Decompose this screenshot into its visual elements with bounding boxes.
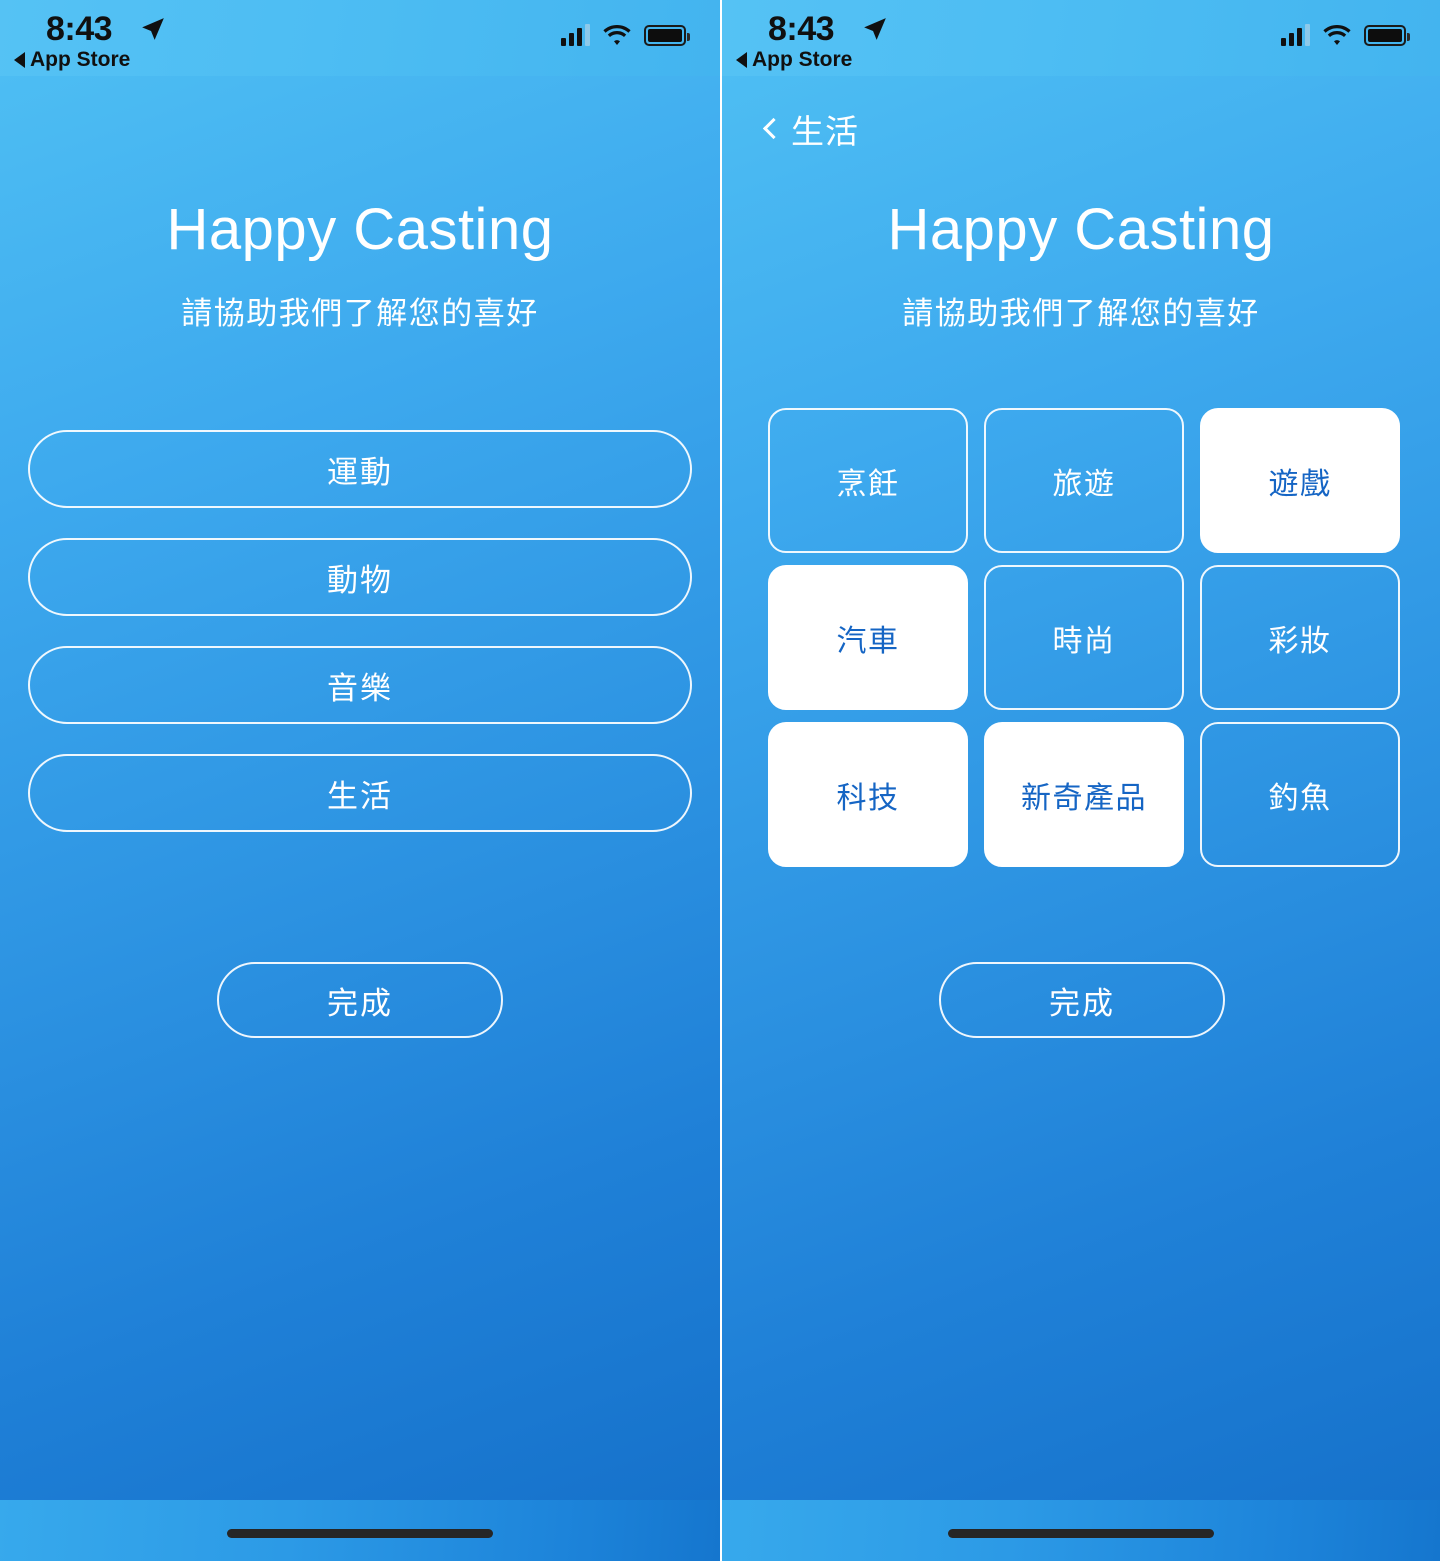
page-subtitle: 請協助我們了解您的喜好 [902, 296, 1260, 331]
battery-full-icon [1364, 24, 1410, 46]
back-triangle-icon [736, 52, 747, 68]
category-pill-sports[interactable]: 運動 [28, 430, 692, 508]
tile-makeup[interactable]: 彩妝 [1200, 565, 1400, 710]
tile-technology[interactable]: 科技 [768, 722, 968, 867]
page-title: Happy Casting [887, 197, 1275, 262]
status-indicators [561, 24, 690, 46]
tile-fashion[interactable]: 時尚 [984, 565, 1184, 710]
done-button[interactable]: 完成 [217, 962, 503, 1038]
dual-screenshot-container: 8:43 App Store Happy Casting 請協助我們了解您的喜好… [0, 0, 1440, 1561]
home-indicator [948, 1529, 1214, 1538]
battery-full-icon [644, 24, 690, 46]
status-back-label: App Store [752, 48, 853, 71]
done-button[interactable]: 完成 [939, 962, 1225, 1038]
status-back-to-app[interactable]: App Store [14, 48, 130, 72]
status-indicators [1281, 24, 1410, 46]
cellular-signal-icon [1281, 24, 1310, 46]
wifi-icon [1323, 25, 1351, 45]
left-phone-screen: 8:43 App Store Happy Casting 請協助我們了解您的喜好… [0, 0, 720, 1561]
nav-back-button[interactable]: 生活 [762, 105, 859, 153]
status-back-to-app[interactable]: App Store [736, 48, 852, 72]
category-pill-life[interactable]: 生活 [28, 754, 692, 832]
page-subtitle: 請協助我們了解您的喜好 [181, 296, 539, 331]
wifi-icon [603, 25, 631, 45]
home-indicator [227, 1529, 493, 1538]
tile-games[interactable]: 遊戲 [1200, 408, 1400, 553]
cellular-signal-icon [561, 24, 590, 46]
status-back-label: App Store [30, 48, 131, 71]
category-pill-animals[interactable]: 動物 [28, 538, 692, 616]
location-arrow-icon [864, 18, 886, 40]
back-triangle-icon [14, 52, 25, 68]
right-phone-screen: 8:43 App Store 生活 Happy Casting 請協助我們了解您… [720, 0, 1440, 1561]
tile-cooking[interactable]: 烹飪 [768, 408, 968, 553]
status-time: 8:43 [46, 10, 113, 48]
tile-cars[interactable]: 汽車 [768, 565, 968, 710]
tile-novelty-products[interactable]: 新奇產品 [984, 722, 1184, 867]
tile-fishing[interactable]: 釣魚 [1200, 722, 1400, 867]
status-bar: 8:43 App Store [0, 0, 720, 76]
page-title: Happy Casting [166, 197, 554, 262]
interest-tile-grid: 烹飪 旅遊 遊戲 汽車 時尚 彩妝 科技 新奇產品 釣魚 [768, 408, 1400, 867]
tile-travel[interactable]: 旅遊 [984, 408, 1184, 553]
status-time: 8:43 [768, 10, 835, 48]
location-arrow-icon [142, 18, 164, 40]
navigation-bar: 生活 [722, 105, 1440, 165]
chevron-left-icon [762, 117, 785, 139]
nav-back-label: 生活 [791, 113, 859, 150]
category-pill-music[interactable]: 音樂 [28, 646, 692, 724]
status-bar: 8:43 App Store [722, 0, 1440, 76]
category-pill-list: 運動 動物 音樂 生活 [28, 430, 692, 832]
